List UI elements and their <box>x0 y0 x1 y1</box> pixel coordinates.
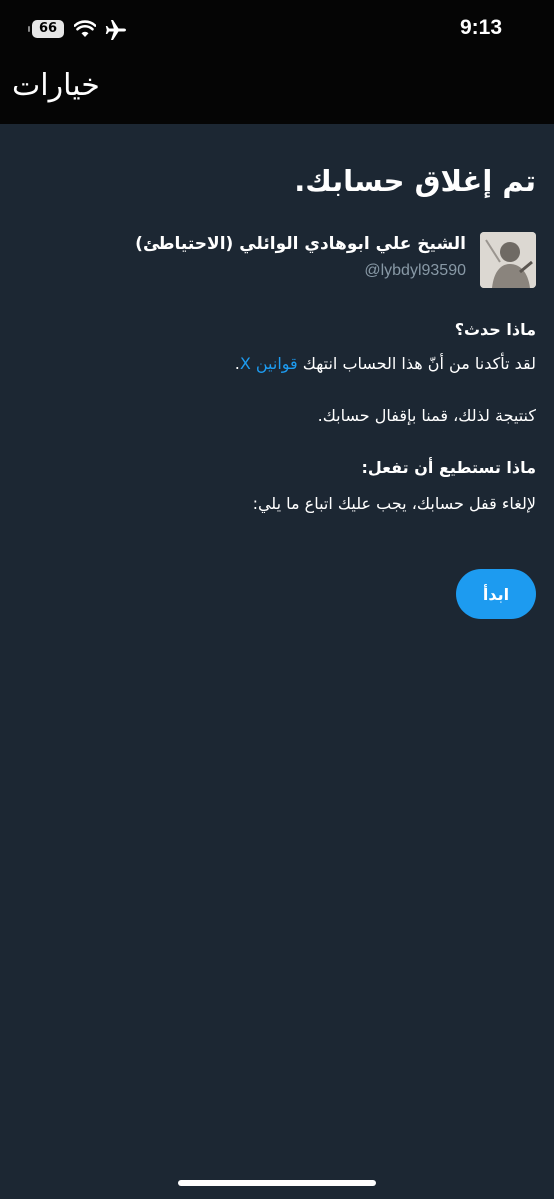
battery-level: 66 <box>38 21 58 36</box>
x-rules-link[interactable]: قوانين X <box>240 354 298 373</box>
account-display-name: الشيخ علي ابوهادي الوائلي (الاحتياطئ) <box>135 234 466 254</box>
violation-text: لقد تأكدنا من أنّ هذا الحساب انتهك قواني… <box>16 354 536 373</box>
battery-icon: 66 <box>28 20 64 38</box>
start-button[interactable]: ابدأ <box>456 569 536 619</box>
unlock-instructions: لإلغاء قفل حسابك، يجب عليك اتباع ما يلي: <box>252 494 536 513</box>
violation-text-start: لقد تأكدنا من أنّ هذا الحساب انتهك <box>297 354 536 373</box>
what-happened-title: ماذا حدث؟ <box>454 320 536 339</box>
consequence-text: كنتيجة لذلك، قمنا بإقفال حسابك. <box>317 406 536 425</box>
page-title: خيارات <box>12 68 100 103</box>
home-indicator[interactable] <box>178 1180 376 1186</box>
what-you-can-do-title: ماذا تستطيع أن تفعل: <box>361 458 536 477</box>
nav-bar: خيارات <box>0 60 554 124</box>
wifi-icon <box>74 20 96 37</box>
headline: تم إغلاق حسابك. <box>294 164 536 198</box>
status-bar: 66 9:13 <box>0 0 554 60</box>
airplane-icon <box>105 20 126 40</box>
account-handle: @lybdyl93590 <box>364 262 466 279</box>
avatar <box>480 232 536 288</box>
status-time: 9:13 <box>459 16 502 39</box>
